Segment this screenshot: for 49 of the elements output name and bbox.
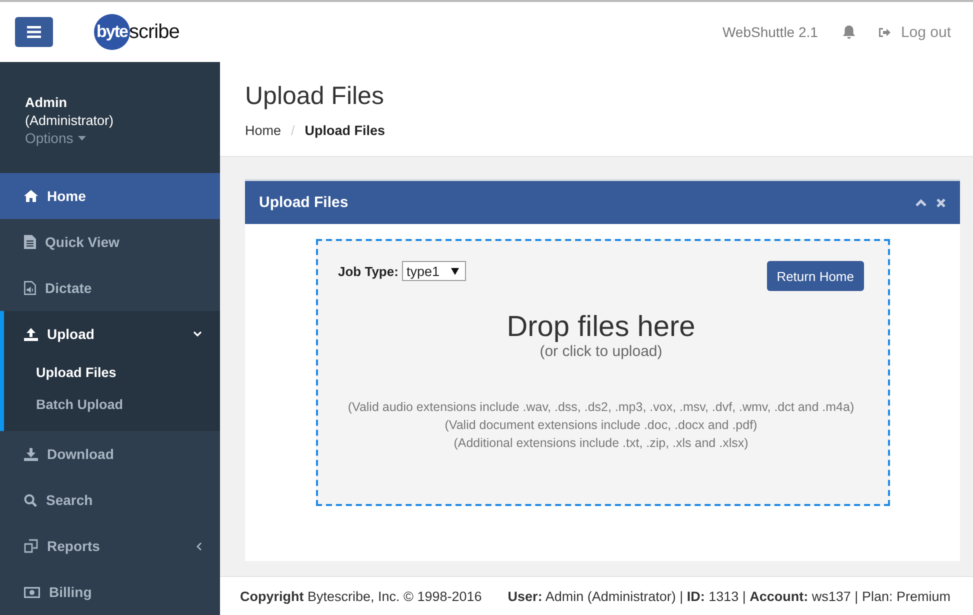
drop-title: Drop files here bbox=[506, 311, 696, 343]
drop-subtitle: (or click to upload) bbox=[540, 343, 662, 360]
user-role: (Administrator) bbox=[25, 112, 115, 130]
sidebar-item[interactable]: Download bbox=[0, 431, 220, 477]
sidebar-item[interactable]: Home bbox=[0, 173, 220, 219]
search-icon bbox=[24, 494, 37, 506]
drop-zone[interactable] bbox=[316, 239, 890, 506]
caret-icon bbox=[78, 136, 86, 140]
logo-mark: byte bbox=[94, 14, 130, 50]
menu-button[interactable] bbox=[15, 17, 53, 47]
extensions-note: (Valid document extensions include .doc, .docx and .pdf) bbox=[444, 417, 758, 434]
return-home-button[interactable]: Return Home bbox=[766, 261, 864, 291]
current-page-label: Upload Files bbox=[304, 123, 386, 138]
page-title: Upload Files bbox=[245, 82, 385, 111]
account-info: User: Admin (Administrator) | ID: 1313 | Account: ws137 | Plan: Premium bbox=[508, 588, 950, 604]
sidebar-item[interactable]: Dictate bbox=[0, 265, 220, 311]
logout-icon bbox=[878, 26, 891, 38]
bell-icon[interactable] bbox=[842, 24, 856, 40]
logout-link[interactable]: Log out bbox=[878, 24, 951, 40]
sidebar-subitem[interactable]: Batch Upload bbox=[4, 389, 220, 421]
sidebar-subitem[interactable]: Upload Files bbox=[4, 357, 220, 389]
options-dropdown[interactable]: Options bbox=[25, 130, 195, 146]
panel-title: Upload Files bbox=[259, 194, 350, 211]
extensions-note: (Valid audio extensions include .wav, .dss, .ds2, .mp3, .vox, .msv, .dvf, .wmv, .dct and .m4a) bbox=[348, 399, 854, 416]
job-type-label: Job Type: bbox=[338, 264, 398, 279]
sidebar-item[interactable]: Reports bbox=[0, 523, 220, 569]
app-version: WebShuttle 2.1 bbox=[722, 24, 818, 40]
audio-file-icon bbox=[24, 281, 36, 295]
job-type-select[interactable]: type1 bbox=[402, 261, 466, 281]
upload-icon bbox=[24, 328, 38, 340]
sidebar-item[interactable]: Quick View bbox=[0, 219, 220, 265]
breadcrumb-link[interactable]: Home bbox=[245, 123, 282, 138]
extensions-note: (Additional extensions include .txt, .zip, .xls and .xlsx) bbox=[452, 435, 750, 452]
document-icon bbox=[24, 235, 36, 249]
breadcrumb-separator: / bbox=[291, 123, 295, 138]
download-icon bbox=[24, 448, 38, 460]
user-name: Admin bbox=[25, 94, 68, 112]
menu-icon bbox=[27, 26, 41, 38]
dropdown-arrow-icon bbox=[451, 268, 460, 274]
sidebar-item[interactable]: Upload bbox=[4, 311, 220, 357]
collapse-icon[interactable] bbox=[915, 198, 927, 207]
sidebar-item[interactable]: Billing bbox=[0, 569, 220, 615]
logo-text: scribe bbox=[129, 20, 180, 44]
copyright-text: Copyright Bytescribe, Inc. © 1998-2016 bbox=[240, 588, 482, 604]
money-icon bbox=[24, 586, 40, 598]
home-icon bbox=[24, 190, 38, 202]
sidebar-item[interactable]: Search bbox=[0, 477, 220, 523]
copy-icon bbox=[24, 539, 38, 553]
close-icon[interactable] bbox=[936, 198, 946, 208]
